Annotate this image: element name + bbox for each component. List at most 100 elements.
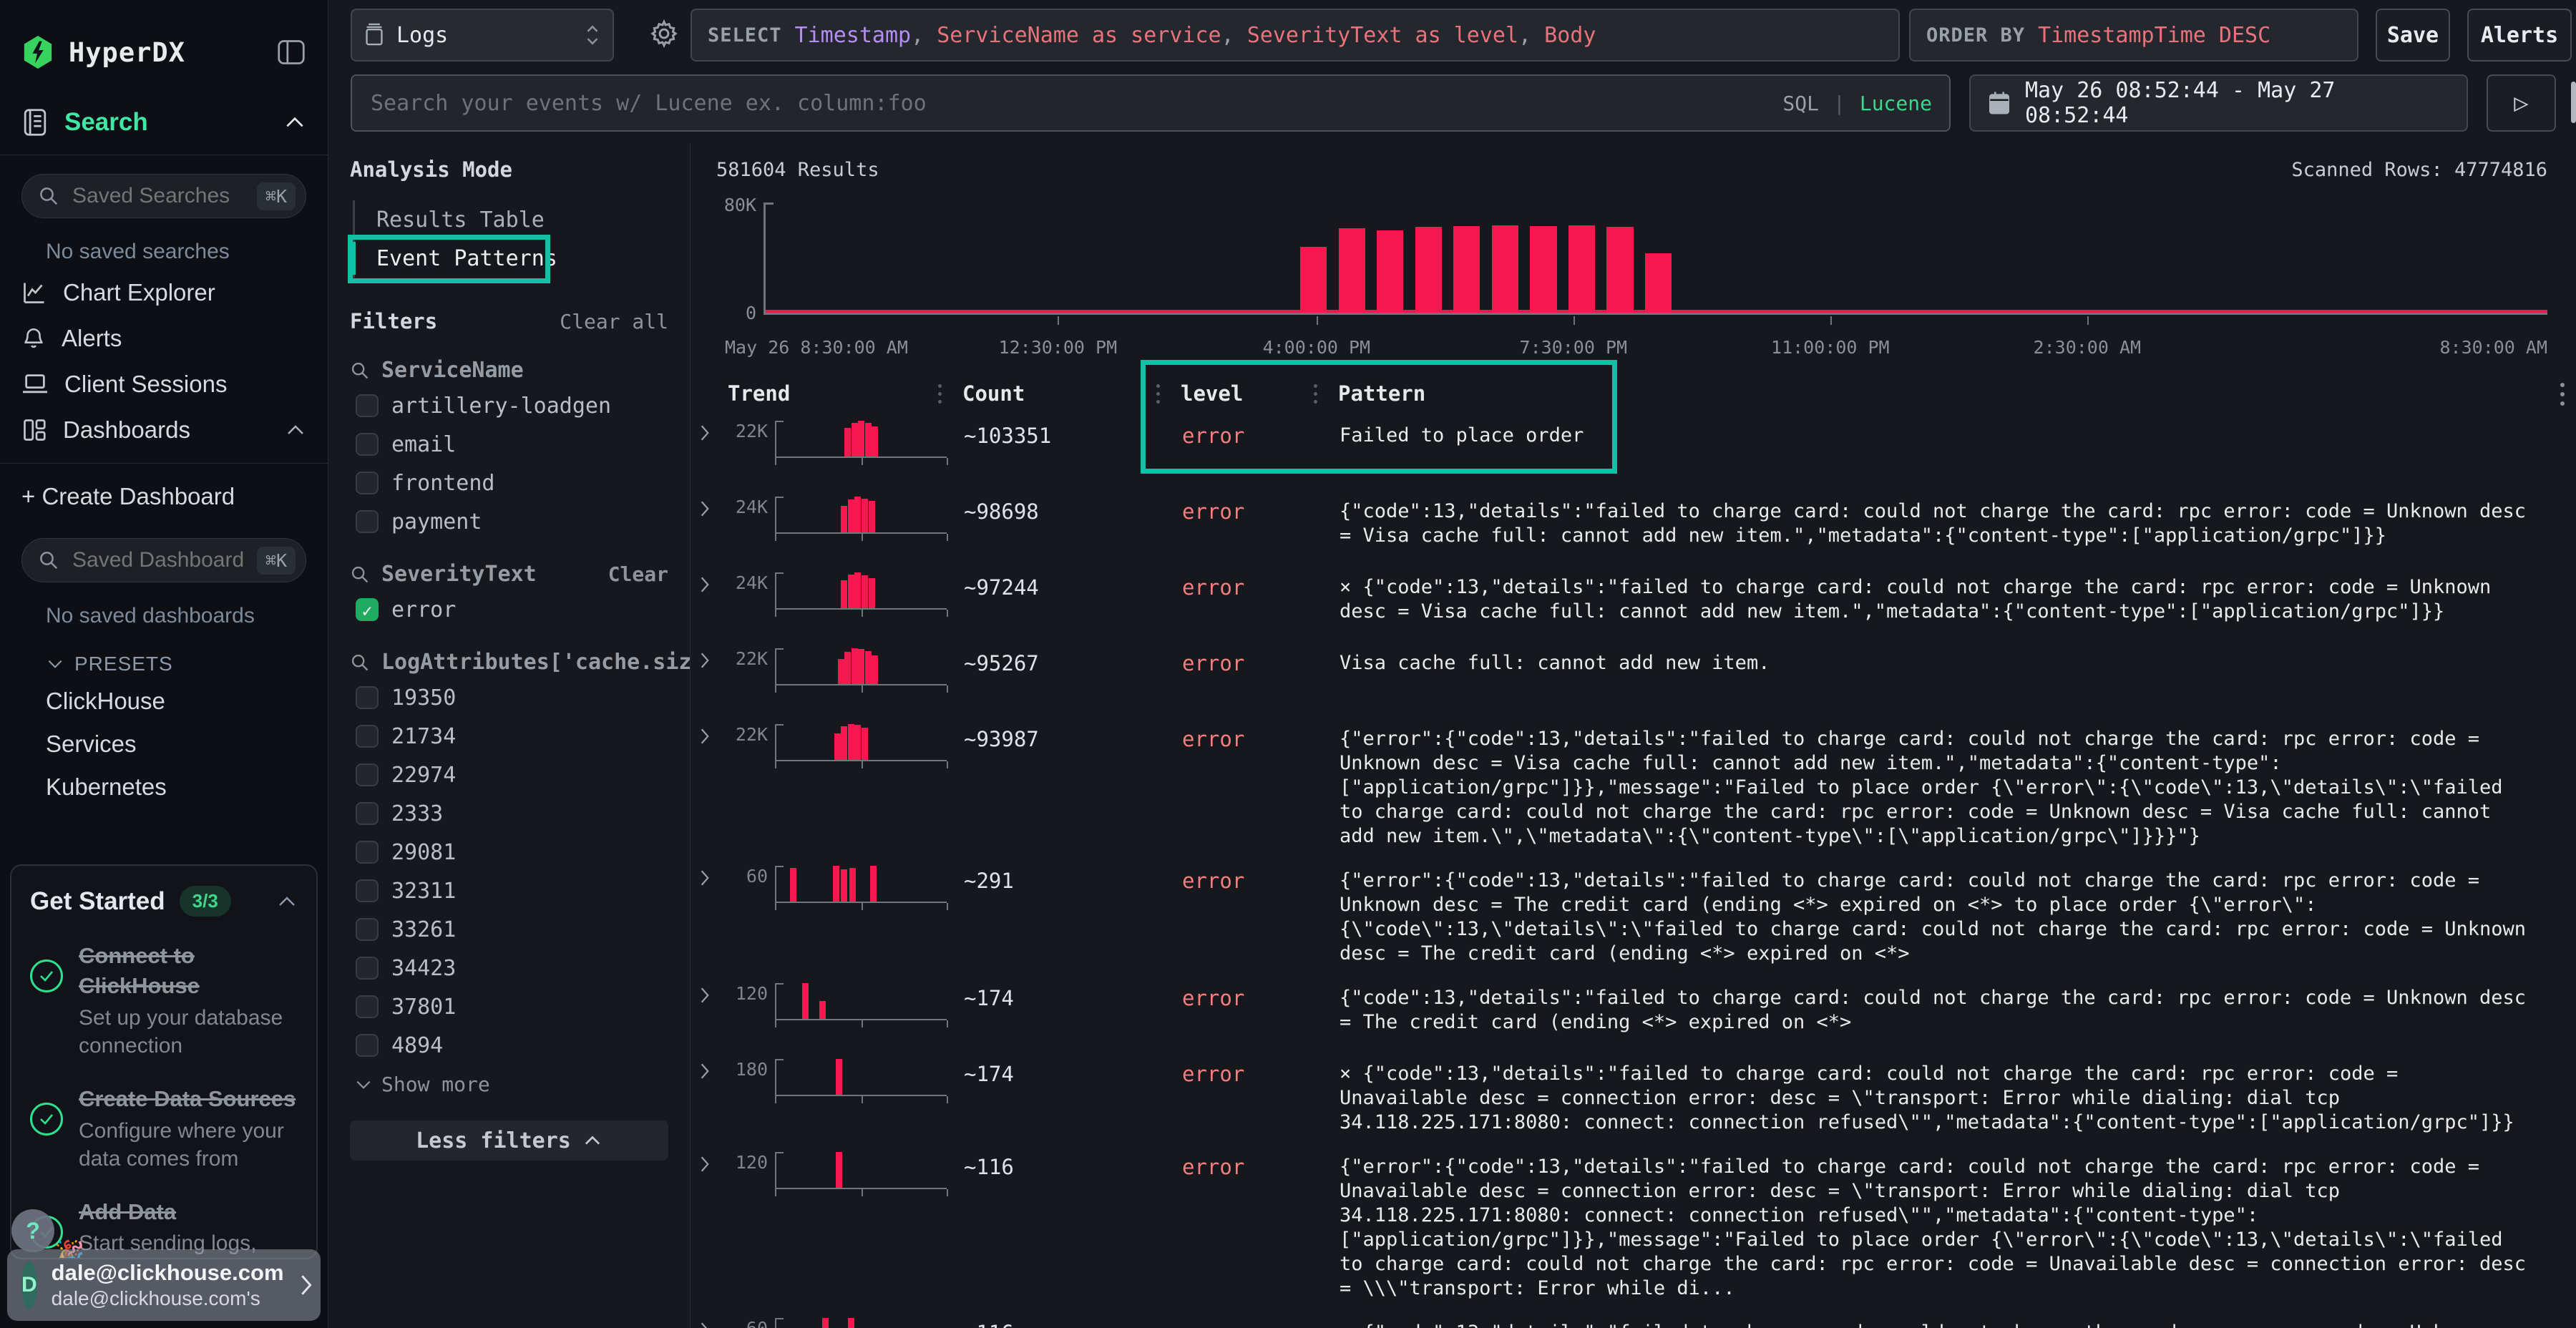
pattern-cell[interactable]: Visa cache full: cannot add new item.: [1338, 641, 2576, 675]
checkbox[interactable]: [356, 879, 379, 902]
row-expander[interactable]: [691, 641, 726, 670]
filter-option[interactable]: artillery-loadgen: [350, 390, 668, 421]
table-row[interactable]: 24K~98698error{"code":13,"details":"fail…: [691, 489, 2576, 555]
filter-option[interactable]: 32311: [350, 875, 668, 907]
table-row[interactable]: 120~174error{"code":13,"details":"failed…: [691, 976, 2576, 1042]
checkbox[interactable]: [356, 995, 379, 1018]
date-range-picker[interactable]: May 26 08:52:44 - May 27 08:52:44: [1969, 74, 2468, 132]
filter-option[interactable]: email: [350, 429, 668, 460]
saved-dashboards-search[interactable]: ⌘K: [21, 538, 306, 582]
presets-header[interactable]: PRESETS: [0, 634, 328, 680]
show-more-link[interactable]: Show more: [350, 1073, 668, 1096]
table-row[interactable]: 22K~95267errorVisa cache full: cannot ad…: [691, 641, 2576, 707]
pattern-cell[interactable]: {"error":{"code":13,"details":"failed to…: [1338, 1145, 2576, 1301]
table-row[interactable]: 24K~97244error× {"code":13,"details":"fa…: [691, 565, 2576, 631]
help-button[interactable]: ?: [11, 1209, 54, 1252]
mode-item-event-patterns[interactable]: Event Patterns: [355, 239, 668, 278]
sidebar-item-chart-explorer[interactable]: Chart Explorer: [0, 270, 328, 316]
table-row[interactable]: 22K~103351errorFailed to place order: [691, 414, 2576, 479]
event-search-input[interactable]: [369, 90, 1768, 117]
user-menu[interactable]: D dale@clickhouse.com dale@clickhouse.co…: [7, 1249, 321, 1321]
pattern-cell[interactable]: × {"code":13,"details":"failed to charge…: [1338, 1052, 2576, 1135]
pattern-cell[interactable]: {"error":{"code":13,"details":"failed to…: [1338, 859, 2576, 966]
checkbox[interactable]: [356, 510, 379, 533]
filter-option[interactable]: 37801: [350, 991, 668, 1022]
table-row[interactable]: 120~116error{"error":{"code":13,"details…: [691, 1145, 2576, 1301]
filter-option[interactable]: error: [350, 594, 668, 625]
checkbox[interactable]: [356, 841, 379, 864]
row-expander[interactable]: [691, 976, 726, 1005]
filter-option[interactable]: 34423: [350, 952, 668, 984]
drag-handle-icon[interactable]: [938, 384, 942, 404]
drag-handle-icon[interactable]: [1156, 384, 1160, 404]
sidebar-item-search[interactable]: Search: [0, 102, 328, 143]
chevron-up-icon[interactable]: [285, 424, 306, 436]
checkbox[interactable]: [356, 686, 379, 709]
filter-option[interactable]: 4894: [350, 1030, 668, 1061]
mode-lucene-toggle[interactable]: Lucene: [1860, 92, 1932, 115]
filter-option[interactable]: frontend: [350, 467, 668, 499]
run-query-button[interactable]: ▷: [2487, 74, 2556, 132]
pattern-cell[interactable]: {"code":13,"details":"failed to charge c…: [1338, 489, 2576, 548]
column-header-pattern[interactable]: Pattern: [1338, 381, 2576, 406]
sidebar-item-dashboards[interactable]: Dashboards: [0, 407, 328, 453]
filter-option[interactable]: 22974: [350, 759, 668, 791]
pattern-cell[interactable]: × {"code":13,"details":"failed to charge…: [1338, 1311, 2576, 1328]
pattern-cell[interactable]: {"error":{"code":13,"details":"failed to…: [1338, 717, 2576, 849]
checkbox[interactable]: [356, 918, 379, 941]
alerts-button[interactable]: Alerts: [2467, 9, 2572, 62]
row-expander[interactable]: [691, 1311, 726, 1328]
save-button[interactable]: Save: [2376, 9, 2450, 62]
mode-item-results-table[interactable]: Results Table: [355, 200, 668, 239]
drag-handle-icon[interactable]: [1314, 384, 1317, 404]
filter-option[interactable]: 33261: [350, 914, 668, 945]
checkbox[interactable]: [356, 472, 379, 494]
select-query-input[interactable]: SELECT Timestamp, ServiceName as service…: [691, 9, 1900, 62]
checkbox[interactable]: [356, 1034, 379, 1057]
checkbox[interactable]: [356, 433, 379, 456]
pattern-cell[interactable]: × {"code":13,"details":"failed to charge…: [1338, 565, 2576, 624]
saved-dashboards-input[interactable]: [71, 547, 245, 573]
less-filters-button[interactable]: Less filters: [350, 1120, 668, 1161]
filter-option[interactable]: 21734: [350, 721, 668, 752]
row-expander[interactable]: [691, 489, 726, 518]
table-menu-icon[interactable]: [2560, 383, 2565, 406]
row-expander[interactable]: [691, 1052, 726, 1080]
preset-item-services[interactable]: Services: [0, 723, 328, 766]
sidebar-item-alerts[interactable]: Alerts: [0, 316, 328, 361]
source-settings-gear-icon[interactable]: [649, 19, 679, 49]
order-by-input[interactable]: ORDER BY TimestampTime DESC: [1909, 9, 2358, 62]
chevron-up-icon[interactable]: [276, 895, 298, 908]
table-row[interactable]: 22K~93987error{"error":{"code":13,"detai…: [691, 717, 2576, 849]
row-expander[interactable]: [691, 565, 726, 594]
pattern-cell[interactable]: Failed to place order: [1338, 414, 2576, 448]
filter-option[interactable]: 2333: [350, 798, 668, 829]
sidebar-item-client-sessions[interactable]: Client Sessions: [0, 361, 328, 407]
saved-searches-search[interactable]: ⌘K: [21, 174, 306, 218]
create-dashboard-button[interactable]: + Create Dashboard: [0, 474, 328, 519]
preset-item-kubernetes[interactable]: Kubernetes: [0, 766, 328, 809]
row-expander[interactable]: [691, 1145, 726, 1173]
chevron-up-icon[interactable]: [283, 115, 306, 130]
column-header-count[interactable]: Count: [962, 381, 1181, 406]
row-expander[interactable]: [691, 859, 726, 887]
table-row[interactable]: 60~116error× {"code":13,"details":"faile…: [691, 1311, 2576, 1328]
clear-all-link[interactable]: Clear all: [560, 310, 668, 333]
pattern-cell[interactable]: {"code":13,"details":"failed to charge c…: [1338, 976, 2576, 1035]
filter-option[interactable]: 19350: [350, 682, 668, 713]
table-row[interactable]: 60~291error{"error":{"code":13,"details"…: [691, 859, 2576, 966]
source-select[interactable]: Logs: [351, 9, 614, 62]
mode-sql-toggle[interactable]: SQL: [1782, 92, 1819, 115]
preset-item-clickhouse[interactable]: ClickHouse: [0, 680, 328, 723]
scrollbar-thumb[interactable]: [2571, 82, 2576, 123]
row-expander[interactable]: [691, 717, 726, 746]
event-search-bar[interactable]: SQL | Lucene: [351, 74, 1951, 132]
table-row[interactable]: 180~174error× {"code":13,"details":"fail…: [691, 1052, 2576, 1135]
checkbox[interactable]: [356, 725, 379, 748]
checkbox-checked[interactable]: [356, 598, 379, 621]
checkbox[interactable]: [356, 957, 379, 980]
filter-option[interactable]: 29081: [350, 836, 668, 868]
filter-option[interactable]: payment: [350, 506, 668, 537]
results-histogram[interactable]: 80K 0 May 26 8:30:00 AM12:30:00 PM4:00:0…: [716, 193, 2547, 358]
checkbox[interactable]: [356, 802, 379, 825]
